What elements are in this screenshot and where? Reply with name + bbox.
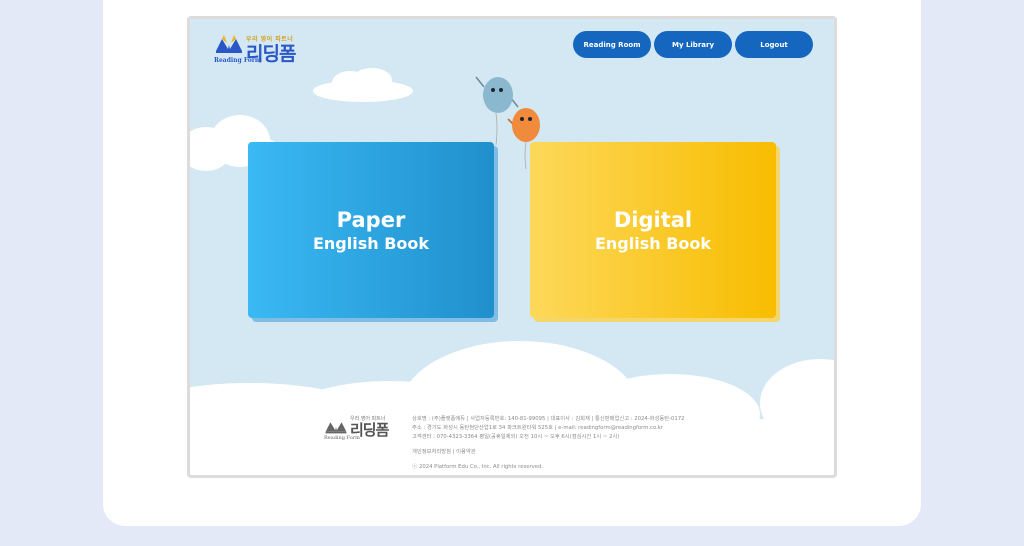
footer-logo: 우리 영어 파트너 리딩폼 Reading Form [324, 416, 390, 441]
footer-logo-subtitle: Reading Form [324, 435, 360, 441]
digital-card-title: Digital [613, 207, 693, 232]
logo-subtitle: Reading Form [214, 57, 262, 64]
paper-english-book-card[interactable]: Paper English Book [248, 142, 494, 318]
digital-card-subtitle: English Book [594, 233, 712, 253]
cloud-top [313, 68, 413, 102]
footer-line-3: 고객센터 : 070-4323-3364 평일(공휴일제외) 오전 10시 ~ … [412, 434, 620, 440]
logout-button[interactable]: Logout [735, 31, 813, 58]
reading-room-button[interactable]: Reading Room [573, 31, 651, 58]
brand-logo[interactable]: 우리 영어 파트너 리딩폼 Reading Form [214, 31, 298, 65]
footer-line-1: 상호명 : (주)플랫폼에듀 | 사업자등록번호: 140-81-99095 |… [412, 416, 685, 422]
footer-cloud-bank [190, 341, 834, 475]
footer-book-icon [325, 422, 347, 434]
book-logo-icon [216, 35, 242, 53]
app-frame: 우리 영어 파트너 리딩폼 Reading Form Reading Room … [187, 16, 837, 478]
footer-company-info: 상호명 : (주)플랫폼에듀 | 사업자등록번호: 140-81-99095 |… [412, 415, 812, 442]
my-library-button[interactable]: My Library [654, 31, 732, 58]
paper-card-title: Paper [336, 207, 406, 232]
footer-policy-links[interactable]: 개인정보처리방침 | 이용약관 [412, 447, 476, 455]
footer-copyright: ⓒ 2024 Platform Edu Co., Inc. All rights… [412, 464, 544, 470]
digital-english-book-card[interactable]: Digital English Book [530, 142, 776, 318]
paper-card-subtitle: English Book [312, 233, 430, 253]
footer-line-2: 주소 : 경기도 화성시 동탄첨단산업1로 34 파크트윈타워 525호 | e… [412, 425, 664, 431]
